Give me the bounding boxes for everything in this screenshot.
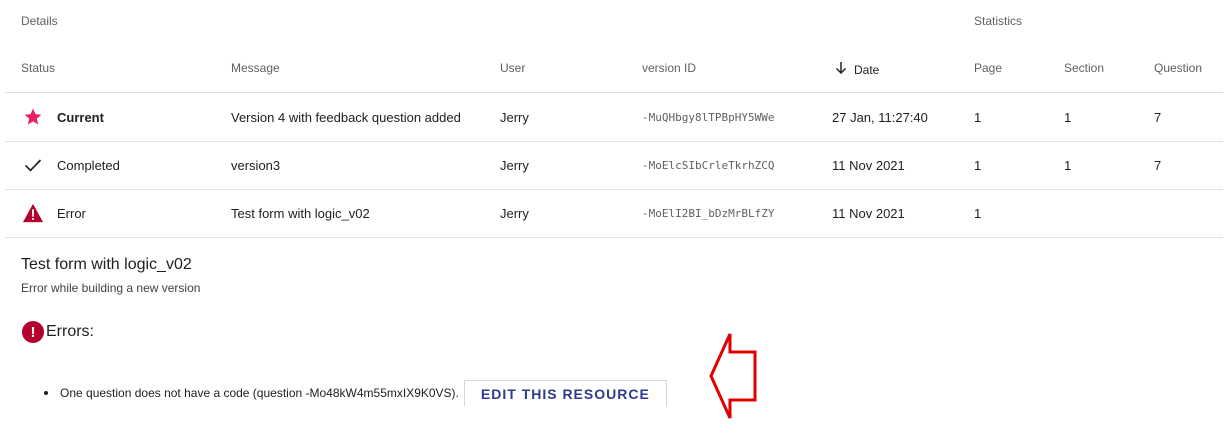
page-cell: 1 <box>974 109 982 125</box>
error-message: One question does not have a code (quest… <box>60 386 459 400</box>
column-header-section[interactable]: Section <box>1064 61 1104 75</box>
bullet-icon <box>44 391 48 395</box>
detail-title: Test form with logic_v02 <box>21 256 192 273</box>
table-row[interactable]: Current Version 4 with feedback question… <box>5 92 1223 142</box>
column-header-date[interactable]: Date <box>834 61 879 78</box>
page-cell: 1 <box>974 205 982 221</box>
user-cell: Jerry <box>500 109 529 125</box>
warning-icon <box>21 201 45 225</box>
column-header-question[interactable]: Question <box>1154 61 1202 75</box>
details-header: Details <box>21 14 58 28</box>
status-label: Current <box>57 109 104 125</box>
column-header-page[interactable]: Page <box>974 61 1002 75</box>
sort-arrow-down-icon[interactable] <box>834 61 848 78</box>
date-cell: 27 Jan, 11:27:40 <box>832 109 928 125</box>
message-cell: Version 4 with feedback question added <box>231 109 461 125</box>
status-label: Error <box>57 205 86 221</box>
version-id-cell: -MuQHbgy8lTPBpHY5WWe <box>642 110 775 124</box>
star-icon <box>21 105 45 129</box>
table-row[interactable]: Error Test form with logic_v02 Jerry -Mo… <box>5 189 1223 238</box>
check-icon <box>21 153 45 177</box>
annotation-arrow-icon <box>709 333 757 419</box>
message-cell: version3 <box>231 157 281 173</box>
date-header-label: Date <box>854 62 880 77</box>
date-cell: 11 Nov 2021 <box>832 157 905 173</box>
version-id-cell: -MoElI2BI_bDzMrBLfZY <box>642 206 775 220</box>
section-cell: 1 <box>1064 157 1072 173</box>
user-cell: Jerry <box>500 205 529 221</box>
date-cell: 11 Nov 2021 <box>832 205 905 221</box>
errors-heading-label: Errors: <box>46 323 94 340</box>
column-header-message[interactable]: Message <box>231 61 280 75</box>
column-header-version-id[interactable]: version ID <box>642 61 696 75</box>
errors-heading: ! Errors: <box>22 321 94 343</box>
statistics-header: Statistics <box>974 14 1023 28</box>
version-id-cell: -MoElcSIbCrleTkrhZCQ <box>642 158 775 172</box>
column-header-user[interactable]: User <box>500 61 525 75</box>
message-cell: Test form with logic_v02 <box>231 205 370 221</box>
status-label: Completed <box>57 157 120 173</box>
error-list-item: One question does not have a code (quest… <box>44 380 667 406</box>
page-cell: 1 <box>974 157 982 173</box>
question-cell: 7 <box>1154 157 1162 173</box>
user-cell: Jerry <box>500 157 529 173</box>
edit-resource-button[interactable]: EDIT THIS RESOURCE <box>463 380 667 406</box>
column-header-status[interactable]: Status <box>21 61 55 75</box>
section-cell: 1 <box>1064 109 1072 125</box>
table-row[interactable]: Completed version3 Jerry -MoElcSIbCrleTk… <box>5 141 1223 190</box>
error-circle-icon: ! <box>22 321 44 343</box>
detail-subtitle: Error while building a new version <box>21 281 201 295</box>
question-cell: 7 <box>1154 109 1162 125</box>
